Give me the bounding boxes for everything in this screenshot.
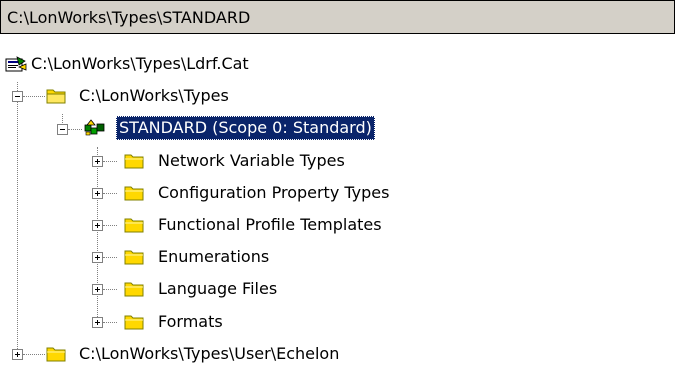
tree-item-network-variable-types[interactable]: Network Variable Types (0, 145, 348, 177)
tree-item-language-files[interactable]: Language Files (0, 273, 280, 305)
path-bar: C:\LonWorks\Types\STANDARD (0, 0, 675, 34)
tree-item-functional-profile-templates[interactable]: Functional Profile Templates (0, 209, 385, 241)
tree-item-label: Language Files (158, 279, 278, 298)
tree-item-label: C:\LonWorks\Types\User\Echelon (79, 344, 340, 363)
tree-view[interactable]: C:\LonWorks\Types\Ldrf.Cat C:\LonWorks\T… (0, 34, 675, 369)
tree-item-types-folder[interactable]: C:\LonWorks\Types (0, 80, 232, 112)
tree-item-configuration-property-types[interactable]: Configuration Property Types (0, 177, 392, 209)
folder-icon (124, 184, 146, 202)
tree-item-catalog[interactable]: C:\LonWorks\Types\Ldrf.Cat (0, 48, 252, 80)
folder-icon (46, 345, 68, 363)
folder-icon (124, 280, 146, 298)
tree-item-label: Configuration Property Types (158, 183, 390, 202)
tree-item-label: C:\LonWorks\Types\Ldrf.Cat (31, 54, 249, 73)
folder-icon (124, 313, 146, 331)
folder-open-icon (46, 87, 68, 105)
tree-item-standard[interactable]: STANDARD (Scope 0: Standard) (0, 112, 375, 144)
folder-icon (124, 152, 146, 170)
tree-item-label: Enumerations (158, 247, 270, 266)
tree-item-label: Network Variable Types (158, 151, 345, 170)
tree-item-formats[interactable]: Formats (0, 306, 226, 338)
tree-item-label: Functional Profile Templates (158, 215, 382, 234)
tree-item-enumerations[interactable]: Enumerations (0, 241, 272, 273)
tree-item-label-selected: STANDARD (Scope 0: Standard) (116, 116, 375, 140)
catalog-file-icon (5, 55, 27, 73)
folder-icon (124, 248, 146, 266)
resource-set-icon (83, 119, 105, 137)
folder-icon (124, 216, 146, 234)
path-bar-text: C:\LonWorks\Types\STANDARD (7, 8, 251, 27)
tree-item-echelon-folder[interactable]: C:\LonWorks\Types\User\Echelon (0, 338, 342, 369)
tree-item-label: C:\LonWorks\Types (79, 86, 229, 105)
tree-item-label: Formats (158, 312, 223, 331)
